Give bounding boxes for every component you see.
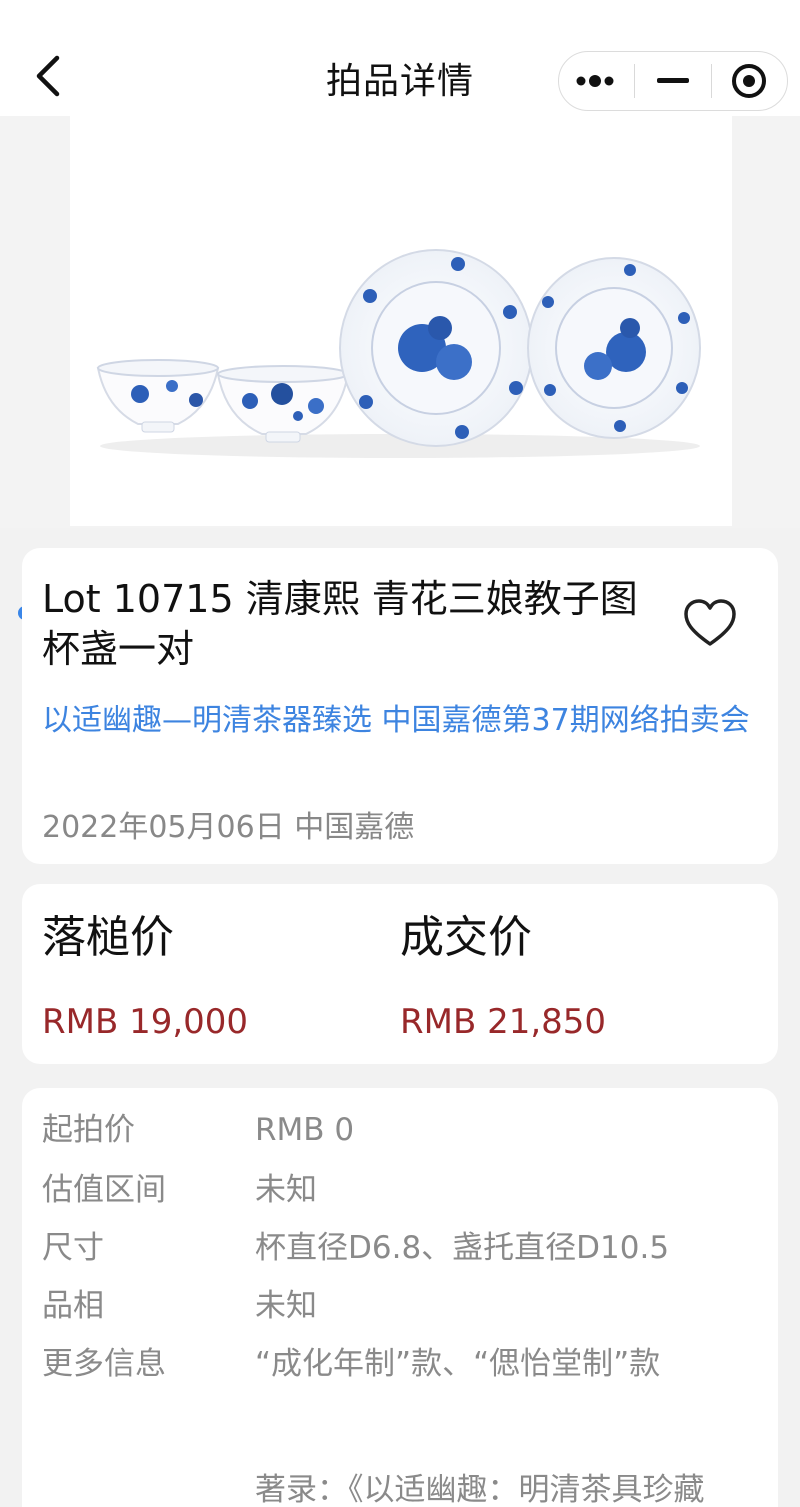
hammer-price: 落槌价 RMB 19,000: [42, 910, 248, 1044]
more-dots-icon: [576, 75, 614, 87]
detail-value: 未知: [255, 1172, 317, 1208]
detail-value: “成化年制”款、“偲怡堂制”款: [255, 1346, 661, 1382]
deal-price-label: 成交价: [400, 912, 532, 963]
detail-value: 未知: [255, 1288, 317, 1324]
hammer-price-label: 落槌价: [42, 912, 174, 963]
target-close-icon: [732, 64, 767, 98]
detail-key: 品相: [42, 1288, 104, 1324]
mini-program-capsule: [558, 51, 788, 111]
detail-key: 更多信息: [42, 1346, 166, 1382]
close-button[interactable]: [712, 52, 787, 110]
deal-price: 成交价 RMB 21,850: [400, 910, 606, 1044]
detail-key: 估值区间: [42, 1172, 166, 1208]
auction-session-link[interactable]: 以适幽趣—明清茶器臻选 中国嘉德第37期网络拍卖会: [42, 698, 762, 744]
detail-key: 尺寸: [42, 1230, 104, 1266]
detail-row-size: 尺寸 杯直径D6.8、盏托直径D10.5: [42, 1226, 669, 1270]
minus-icon: [656, 78, 689, 83]
deal-price-value: RMB 21,850: [400, 1002, 607, 1042]
detail-row-more-info: 更多信息 “成化年制”款、“偲怡堂制”款: [42, 1342, 660, 1386]
detail-row-estimate: 估值区间 未知: [42, 1168, 317, 1212]
detail-value: RMB 0: [255, 1112, 355, 1148]
image-gallery[interactable]: [0, 116, 800, 620]
minimize-button[interactable]: [635, 52, 710, 110]
details-card: 起拍价 RMB 0 估值区间 未知 尺寸 杯直径D6.8、盏托直径D10.5 品相 未知…: [22, 1088, 778, 1507]
lot-title: Lot 10715 清康熙 青花三娘教子图杯盏一对: [42, 577, 638, 671]
heart-icon: [684, 599, 736, 646]
detail-row-start-price: 起拍价 RMB 0: [42, 1108, 354, 1152]
nav-bar: 拍品详情: [0, 0, 800, 116]
hammer-price-value: RMB 19,000: [42, 1002, 249, 1042]
detail-key: 起拍价: [42, 1112, 135, 1148]
auction-date-house: 2022年05月06日 中国嘉德: [42, 810, 415, 845]
detail-row-condition: 品相 未知: [42, 1284, 317, 1328]
price-card: 落槌价 RMB 19,000 成交价 RMB 21,850: [22, 884, 778, 1064]
favorite-button[interactable]: [682, 598, 738, 650]
lot-image[interactable]: [70, 116, 732, 526]
porcelain-cups-image: [96, 249, 701, 458]
lot-info-card: Lot 10715 清康熙 青花三娘教子图杯盏一对 以适幽趣—明清茶器臻选 中国…: [22, 548, 778, 864]
detail-value: 杯直径D6.8、盏托直径D10.5: [255, 1230, 670, 1266]
more-button[interactable]: [559, 52, 634, 110]
detail-more-text: 著录：《以适幽趣：明清茶具珍藏: [255, 1472, 705, 1507]
